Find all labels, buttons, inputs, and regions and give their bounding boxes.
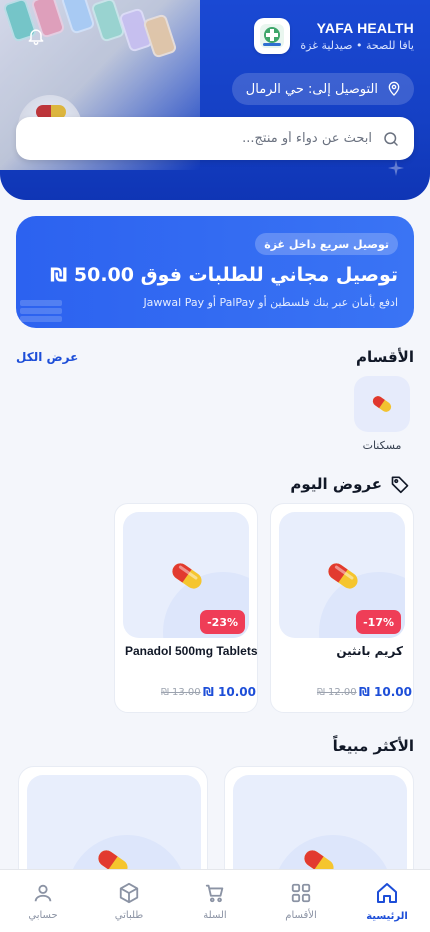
nav-label: الأقسام — [285, 909, 317, 921]
location-pin-icon — [388, 81, 400, 96]
brand-name: YAFA HEALTH — [316, 20, 414, 36]
product-name: كريم بانثين — [336, 644, 403, 658]
category-item[interactable]: مسكنات — [354, 376, 410, 452]
app-header: YAFA HEALTH يافا للصحة • صيدلية غزة التو… — [0, 0, 430, 200]
product-old-price: ₪ 13.00 — [161, 687, 201, 698]
nav-label: طلباتي — [114, 909, 144, 921]
categories-title: الأقسام — [355, 348, 414, 366]
discount-badge: -23% — [200, 610, 245, 634]
notifications-button[interactable] — [24, 24, 48, 48]
nav-label: الرئيسية — [366, 910, 408, 922]
pill-organizer-cell — [60, 0, 96, 35]
brand: YAFA HEALTH يافا للصحة • صيدلية غزة — [254, 18, 414, 54]
logo-icon — [260, 24, 285, 48]
discount-badge: -17% — [356, 610, 401, 634]
promo-title: توصيل مجاني للطلبات فوق 50.00 ₪ — [50, 264, 398, 286]
tag-icon — [391, 476, 409, 494]
product-price: ₪ 10.00 — [359, 685, 412, 699]
search-icon — [384, 131, 398, 146]
best-sellers-title: الأكثر مبيعاً — [332, 737, 414, 755]
promo-tag: توصيل سريع داخل غزة — [255, 233, 398, 255]
product-price: ₪ 10.00 — [203, 685, 256, 699]
search-bar[interactable] — [16, 117, 414, 160]
delivery-location-chip[interactable]: التوصيل إلى: حي الرمال — [231, 73, 414, 105]
brand-subtitle: يافا للصحة • صيدلية غزة — [300, 39, 414, 52]
promo-banner[interactable]: توصيل سريع داخل غزة توصيل مجاني للطلبات … — [16, 216, 414, 328]
product-card[interactable]: -17% كريم بانثين ₪ 10.00 ₪ 12.00 — [270, 503, 414, 713]
offers-title: عروض اليوم — [290, 475, 382, 493]
nav-account[interactable]: حسابي — [0, 870, 86, 932]
promo-decoration — [20, 300, 62, 328]
bell-icon — [28, 29, 44, 46]
brand-logo[interactable] — [254, 18, 291, 54]
nav-home[interactable]: الرئيسية — [344, 870, 430, 932]
box-icon — [119, 882, 139, 903]
user-icon — [34, 884, 52, 901]
delivery-label: التوصيل إلى: حي الرمال — [245, 81, 378, 97]
nav-categories[interactable]: الأقسام — [258, 870, 344, 932]
pill-icon — [372, 396, 392, 412]
product-old-price: ₪ 12.00 — [317, 687, 357, 698]
nav-cart[interactable]: السلة — [172, 870, 258, 932]
grid-icon — [291, 883, 311, 902]
product-card[interactable]: -23% Panadol 500mg Tablets ₪ 10.00 ₪ 13.… — [114, 503, 258, 713]
home-icon — [377, 882, 397, 903]
pill-icon — [328, 563, 358, 589]
cart-icon — [205, 884, 224, 902]
bottom-nav: الرئيسية الأقسام السلة طلباتي حسابي — [0, 869, 430, 932]
promo-subtitle: ادفع بأمان عبر بنك فلسطين أو PalPay أو J… — [143, 296, 398, 309]
category-label: مسكنات — [362, 439, 402, 452]
pill-organizer-cell — [142, 13, 178, 59]
pill-icon — [172, 563, 202, 589]
product-name: Panadol 500mg Tablets — [125, 644, 258, 658]
sparkle-icon — [388, 160, 404, 176]
nav-label: حسابي — [28, 909, 58, 921]
offers-header: عروض اليوم — [290, 474, 410, 494]
nav-orders[interactable]: طلباتي — [86, 870, 172, 932]
category-tile — [354, 376, 410, 432]
nav-label: السلة — [203, 909, 227, 921]
search-input[interactable] — [30, 131, 372, 146]
view-all-link[interactable]: عرض الكل — [16, 350, 78, 364]
